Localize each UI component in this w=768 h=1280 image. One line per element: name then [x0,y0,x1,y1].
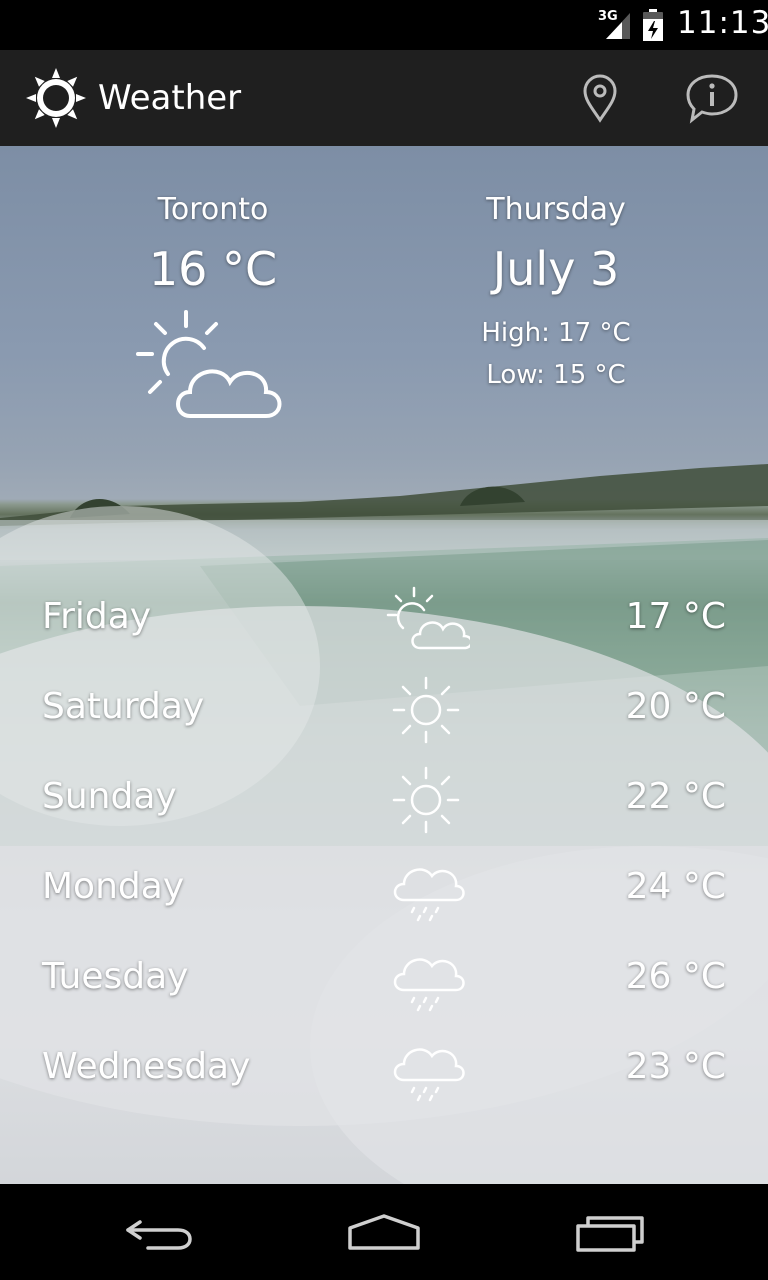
forecast-temp: 22 °C [625,776,726,817]
forecast-day: Friday [42,596,152,637]
forecast-row[interactable]: Saturday 20 °C [0,664,768,754]
status-bar: 3G 11:13 [0,0,768,50]
partly-cloudy-icon [134,308,290,424]
current-temperature: 16 °C [148,242,278,296]
forecast-temp: 23 °C [625,1046,726,1087]
rain-cloud-icon [386,1034,470,1106]
forecast-row[interactable]: Sunday 22 °C [0,754,768,844]
action-bar: Weather [0,50,768,146]
partly-cloudy-icon [386,584,473,656]
forecast-temp: 17 °C [625,596,726,637]
info-icon[interactable] [680,70,744,126]
rain-cloud-icon [386,854,470,926]
location-pin-icon[interactable] [572,70,628,126]
current-day: Thursday [486,192,626,227]
weather-content: Toronto 16 °C Thursday July 3 High: 17 °… [0,146,768,1184]
battery-icon [642,9,664,41]
high-temperature: High: 17 °C [481,318,631,348]
forecast-row[interactable]: Wednesday 23 °C [0,1024,768,1114]
forecast-day: Wednesday [42,1046,251,1087]
current-date: July 3 [492,242,620,296]
rain-cloud-icon [386,944,470,1016]
home-icon[interactable] [344,1206,424,1256]
forecast-temp: 26 °C [625,956,726,997]
city-name: Toronto [157,192,269,227]
forecast-day: Sunday [42,776,177,817]
current-weather: Toronto 16 °C Thursday July 3 High: 17 °… [0,146,768,446]
forecast-row[interactable]: Tuesday 26 °C [0,934,768,1024]
navigation-bar [0,1184,768,1280]
sun-icon [386,674,470,746]
signal-icon: 3G [598,9,634,41]
status-time: 11:13 [677,5,768,41]
forecast-temp: 20 °C [625,686,726,727]
forecast-row[interactable]: Monday 24 °C [0,844,768,934]
recent-apps-icon[interactable] [570,1206,650,1256]
forecast-temp: 24 °C [625,866,726,907]
sun-icon[interactable] [24,66,88,130]
forecast-row[interactable]: Friday 17 °C [0,574,768,664]
app-title: Weather [98,78,242,118]
low-temperature: Low: 15 °C [486,360,626,390]
forecast-day: Monday [42,866,185,907]
forecast-day: Tuesday [42,956,189,997]
sun-icon [386,764,470,836]
forecast-day: Saturday [42,686,205,727]
back-icon[interactable] [120,1206,200,1256]
